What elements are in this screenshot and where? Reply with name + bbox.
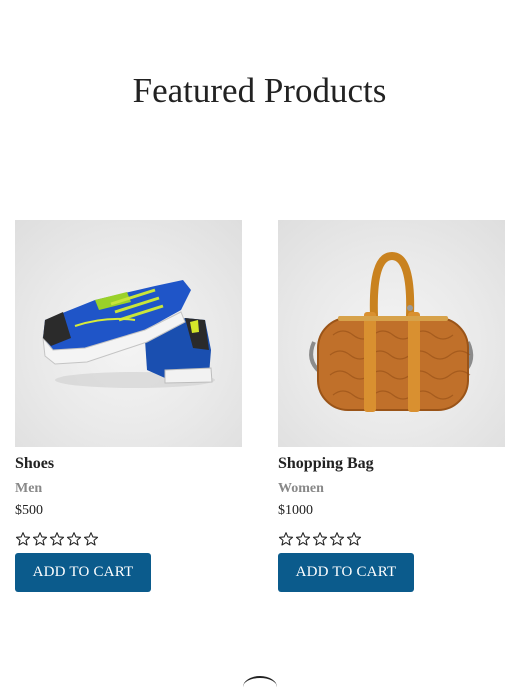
section-title: Featured Products <box>132 71 387 110</box>
product-name[interactable]: Shopping Bag <box>278 454 374 474</box>
star-outline-icon <box>83 532 99 546</box>
scroll-indicator <box>243 676 277 698</box>
star-outline-icon <box>49 532 65 546</box>
star-outline-icon <box>329 532 345 546</box>
product-card: Shoes Men $500 ADD TO CART <box>15 220 242 592</box>
star-outline-icon <box>295 532 311 546</box>
star-rating <box>15 531 99 547</box>
star-outline-icon <box>312 532 328 546</box>
product-price: $1000 <box>278 503 313 518</box>
product-card: Shopping Bag Women $1000 ADD TO CART <box>278 220 505 592</box>
product-image[interactable] <box>278 220 505 447</box>
product-category[interactable]: Women <box>278 480 324 498</box>
add-to-cart-button[interactable]: ADD TO CART <box>15 553 151 592</box>
product-category[interactable]: Men <box>15 480 42 498</box>
star-rating <box>278 531 362 547</box>
star-outline-icon <box>32 532 48 546</box>
product-image[interactable] <box>15 220 242 447</box>
handbag-image <box>309 251 474 412</box>
product-name[interactable]: Shoes <box>15 454 54 474</box>
add-to-cart-button[interactable]: ADD TO CART <box>278 553 414 592</box>
star-outline-icon <box>15 532 31 546</box>
star-outline-icon <box>66 532 82 546</box>
star-outline-icon <box>346 532 362 546</box>
sneakers-image <box>42 280 215 388</box>
star-outline-icon <box>278 532 294 546</box>
product-price: $500 <box>15 503 43 518</box>
